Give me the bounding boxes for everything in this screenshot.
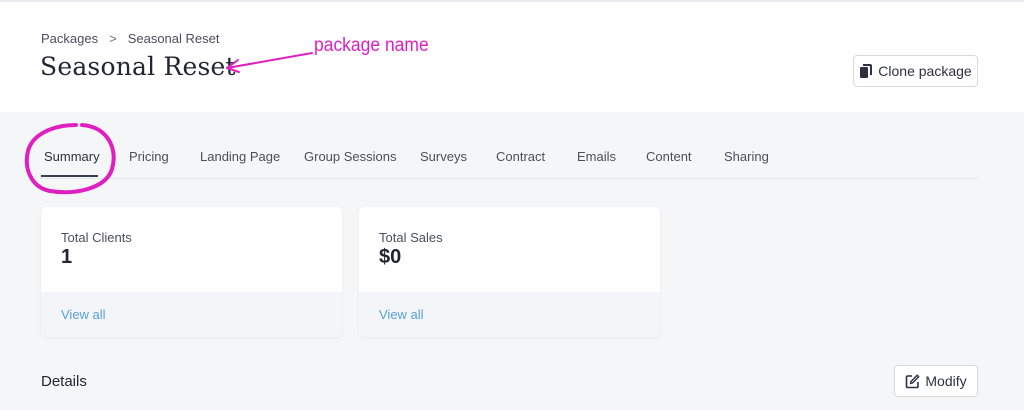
tab-sharing[interactable]: Sharing [724, 149, 769, 164]
page-header: Packages > Seasonal Reset Seasonal Reset… [0, 2, 1024, 112]
card-footer: View all [359, 292, 660, 337]
main-content: Summary Pricing Landing Page Group Sessi… [0, 112, 1024, 410]
page-title: Seasonal Reset [40, 52, 236, 81]
card-footer: View all [41, 292, 342, 337]
breadcrumb: Packages > Seasonal Reset [41, 31, 219, 46]
breadcrumb-current: Seasonal Reset [127, 31, 220, 46]
view-all-clients-link[interactable]: View all [61, 307, 106, 322]
view-all-sales-link[interactable]: View all [379, 307, 424, 322]
breadcrumb-packages-link[interactable]: Packages [41, 31, 98, 46]
edit-icon [906, 374, 920, 388]
annotation-circle [24, 123, 116, 195]
card-label: Total Sales [379, 230, 443, 245]
tabs-divider [41, 178, 978, 179]
details-heading: Details [41, 373, 87, 390]
breadcrumb-separator: > [109, 31, 117, 46]
annotation-text: package name [314, 35, 429, 56]
clone-package-label: Clone package [878, 63, 972, 79]
tab-group-sessions[interactable]: Group Sessions [304, 149, 397, 164]
tab-pricing[interactable]: Pricing [129, 149, 169, 164]
total-sales-card: Total Sales $0 View all [359, 207, 660, 337]
card-value: 1 [61, 246, 73, 268]
copy-icon [860, 63, 873, 78]
total-clients-card: Total Clients 1 View all [41, 207, 342, 337]
tab-surveys[interactable]: Surveys [420, 149, 467, 164]
clone-package-button[interactable]: Clone package [853, 55, 978, 87]
tab-contract[interactable]: Contract [496, 149, 545, 164]
tab-content[interactable]: Content [646, 149, 692, 164]
modify-label: Modify [925, 373, 967, 389]
tab-landing-page[interactable]: Landing Page [200, 149, 280, 164]
modify-button[interactable]: Modify [894, 365, 978, 397]
card-label: Total Clients [61, 230, 132, 245]
card-value: $0 [379, 246, 402, 268]
tab-bar: Summary Pricing Landing Page Group Sessi… [0, 112, 1024, 195]
annotation-arrow-icon [226, 52, 313, 73]
tab-emails[interactable]: Emails [577, 149, 616, 164]
